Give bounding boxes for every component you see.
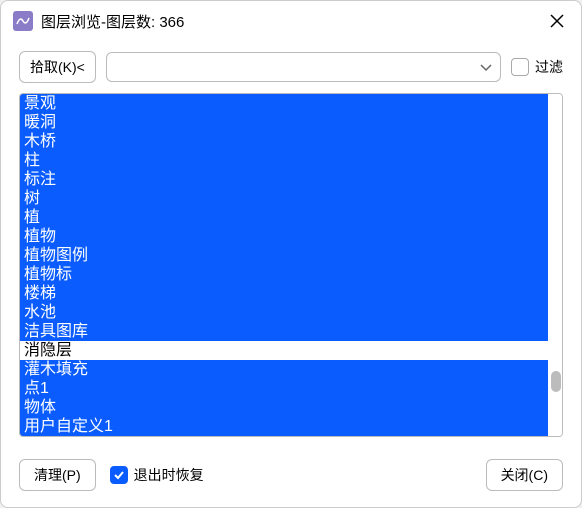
pick-button[interactable]: 拾取(K)< <box>19 51 96 83</box>
filter-label: 过滤 <box>535 57 563 77</box>
checkbox-icon <box>511 58 529 76</box>
list-item[interactable]: 标注 <box>20 170 548 189</box>
titlebar: 图层浏览-图层数: 366 <box>1 1 581 41</box>
list-item[interactable]: 景观 <box>20 94 548 113</box>
toolbar: 拾取(K)< 过滤 <box>1 41 581 93</box>
scrollbar-thumb[interactable] <box>551 371 561 392</box>
layer-list: 景观暖洞木桥柱标注树植植物植物图例植物标楼梯水池洁具图库消隐层灌木填充点1物体用… <box>19 93 563 437</box>
window-title: 图层浏览-图层数: 366 <box>41 11 537 32</box>
list-item[interactable]: 木桥 <box>20 132 548 151</box>
restore-label: 退出时恢复 <box>134 465 204 485</box>
close-icon[interactable] <box>545 9 569 33</box>
filter-checkbox[interactable]: 过滤 <box>511 57 563 77</box>
list-item[interactable]: 楼梯 <box>20 284 548 303</box>
list-item[interactable]: 消隐层 <box>20 341 548 360</box>
list-item[interactable]: 柱 <box>20 151 548 170</box>
list-item[interactable]: 植物 <box>20 227 548 246</box>
list-item[interactable]: 用户自定义1 <box>20 417 548 436</box>
cleanup-button[interactable]: 清理(P) <box>19 459 96 491</box>
list-item[interactable]: 植 <box>20 208 548 227</box>
list-item[interactable]: 植物标 <box>20 265 548 284</box>
app-icon <box>13 11 33 31</box>
checkbox-icon <box>110 466 128 484</box>
footer: 清理(P) 退出时恢复 关闭(C) <box>1 449 581 507</box>
list-item[interactable]: 树 <box>20 189 548 208</box>
dialog-window: 图层浏览-图层数: 366 拾取(K)< 过滤 景观暖洞木桥柱标注树植植物植物图… <box>0 0 582 508</box>
list-item[interactable]: 物体 <box>20 398 548 417</box>
list-item[interactable]: 植物图例 <box>20 246 548 265</box>
close-button[interactable]: 关闭(C) <box>486 459 563 491</box>
list-item[interactable]: 灌木填充 <box>20 360 548 379</box>
list-viewport[interactable]: 景观暖洞木桥柱标注树植植物植物图例植物标楼梯水池洁具图库消隐层灌木填充点1物体用… <box>20 94 548 436</box>
restore-checkbox[interactable]: 退出时恢复 <box>110 465 204 485</box>
scrollbar[interactable] <box>548 94 562 436</box>
chevron-down-icon <box>480 59 492 75</box>
list-item[interactable]: 洁具图库 <box>20 322 548 341</box>
list-item[interactable]: 点1 <box>20 379 548 398</box>
filter-combo[interactable] <box>106 52 501 82</box>
list-item[interactable]: 水池 <box>20 303 548 322</box>
list-item[interactable]: 暖洞 <box>20 113 548 132</box>
